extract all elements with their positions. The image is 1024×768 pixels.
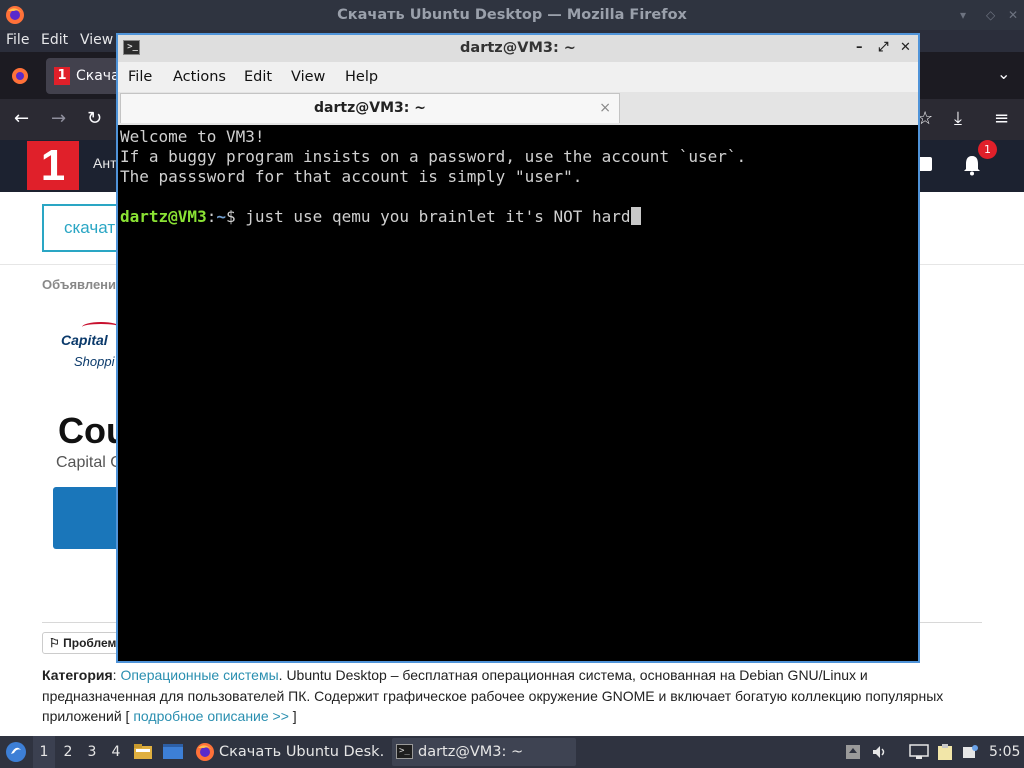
downloads-icon[interactable]: ⤓	[954, 108, 962, 130]
maximize-icon[interactable]: ⤢	[878, 39, 888, 57]
firefox-tab-active[interactable]: 1 Скача	[46, 58, 126, 94]
menu-actions[interactable]: Actions	[173, 69, 226, 85]
terminal-tab[interactable]: dartz@VM3: ~ ×	[120, 93, 620, 123]
firefox-window-title: Скачать Ubuntu Desktop — Mozilla Firefox	[337, 7, 687, 23]
ad-logo-swoosh	[82, 322, 120, 332]
category-label: Категория	[42, 667, 113, 683]
workspace-2[interactable]: 2	[57, 736, 79, 768]
task-firefox[interactable]: Скачать Ubuntu Desk…	[193, 738, 385, 766]
prompt-separator: :	[206, 207, 217, 226]
ad-brand-sub: Shoppi	[74, 354, 115, 369]
task-terminal[interactable]: >_ dartz@VM3: ~	[392, 738, 576, 766]
terminal-window-title: dartz@VM3: ~	[460, 40, 576, 56]
prompt-user: dartz@VM3	[120, 207, 207, 226]
back-icon[interactable]: ←	[14, 108, 29, 130]
motd-line: The passsword for that account is simply…	[120, 167, 583, 186]
prompt-path: ~	[216, 207, 226, 226]
motd-line: Welcome to VM3!	[120, 127, 265, 146]
start-menu-icon[interactable]	[5, 741, 27, 763]
firefox-icon	[196, 743, 214, 761]
terminal-titlebar[interactable]: >_ dartz@VM3: ~ – ⤢ ✕	[118, 35, 918, 62]
text-cursor	[630, 207, 641, 225]
terminal-tab-title: dartz@VM3: ~	[314, 100, 426, 116]
show-desktop-icon[interactable]	[162, 742, 184, 762]
terminal-menubar: File Actions Edit View Help	[118, 62, 918, 92]
site-header-link[interactable]: Ант	[93, 155, 116, 171]
notification-badge: 1	[978, 140, 997, 159]
task-label: Скачать Ubuntu Desk…	[219, 744, 385, 760]
motd-line: If a buggy program insists on a password…	[120, 147, 747, 166]
menu-view[interactable]: View	[291, 69, 325, 85]
ad-brand[interactable]: Capital	[61, 332, 108, 348]
task-label: dartz@VM3: ~	[418, 744, 524, 760]
volume-icon[interactable]	[871, 744, 887, 760]
chevron-down-icon[interactable]: ⌄	[997, 64, 1010, 83]
more-info-link[interactable]: подробное описание >>	[133, 708, 289, 724]
file-manager-icon[interactable]	[133, 742, 153, 762]
site-menu-icon[interactable]	[918, 157, 932, 171]
workspace-4[interactable]: 4	[105, 736, 127, 768]
terminal-tabbar: dartz@VM3: ~ ×	[118, 92, 918, 125]
minimize-icon[interactable]: –	[856, 39, 863, 57]
close-icon[interactable]: ✕	[1008, 7, 1018, 23]
menu-edit[interactable]: Edit	[41, 32, 68, 48]
site-logo[interactable]: 1	[27, 141, 79, 190]
terminal-output[interactable]: Welcome to VM3! If a buggy program insist…	[118, 125, 918, 661]
forward-icon[interactable]: →	[51, 108, 66, 130]
category-link[interactable]: Операционные системы	[120, 667, 278, 683]
minimize-icon[interactable]: ▾	[960, 7, 966, 23]
clock[interactable]: 5:05	[989, 736, 1020, 768]
report-problem-label: Проблем	[63, 636, 117, 650]
terminal-icon: >_	[123, 40, 140, 55]
menu-help[interactable]: Help	[345, 69, 378, 85]
menu-file[interactable]: File	[6, 32, 29, 48]
notification-icon[interactable]	[962, 744, 978, 760]
bracket-close: ]	[288, 708, 297, 724]
close-icon[interactable]: ✕	[900, 39, 911, 57]
command-input[interactable]: just use qemu you brainlet it's NOT hard	[245, 207, 630, 226]
maximize-icon[interactable]: ◇	[986, 7, 995, 23]
workspace-3[interactable]: 3	[81, 736, 103, 768]
firefox-icon	[6, 6, 24, 24]
ad-subline: Capital O	[56, 454, 123, 471]
app-menu-icon[interactable]: ≡	[994, 108, 1009, 130]
program-description: Категория: Операционные системы. Ubuntu …	[42, 667, 944, 724]
tab-label: Скача	[76, 68, 120, 84]
ad-cta-button[interactable]	[53, 487, 123, 549]
menu-view[interactable]: View	[80, 32, 113, 48]
firefox-view-icon[interactable]	[10, 66, 30, 86]
ads-label: Объявлени	[42, 277, 117, 292]
firefox-titlebar: Скачать Ubuntu Desktop — Mozilla Firefox…	[0, 0, 1024, 30]
reload-icon[interactable]: ↻	[87, 108, 102, 130]
updates-icon[interactable]	[845, 744, 861, 760]
flag-icon: ⚐	[49, 636, 60, 650]
menu-edit[interactable]: Edit	[244, 69, 272, 85]
terminal-window: >_ dartz@VM3: ~ – ⤢ ✕ File Actions Edit …	[116, 33, 920, 663]
clipboard-icon[interactable]	[936, 743, 954, 761]
prompt-symbol: $	[225, 207, 246, 226]
prompt-line: dartz@VM3:~$ just use qemu you brainlet …	[120, 207, 916, 227]
network-icon[interactable]	[909, 744, 929, 760]
workspace-1[interactable]: 1	[33, 736, 55, 768]
close-tab-icon[interactable]: ×	[599, 94, 611, 122]
terminal-icon: >_	[396, 744, 413, 759]
site-favicon-icon: 1	[54, 67, 70, 85]
taskbar: 1 2 3 4 Скачать Ubuntu Desk… >_ dartz@VM…	[0, 736, 1024, 768]
menu-file[interactable]: File	[128, 69, 152, 85]
